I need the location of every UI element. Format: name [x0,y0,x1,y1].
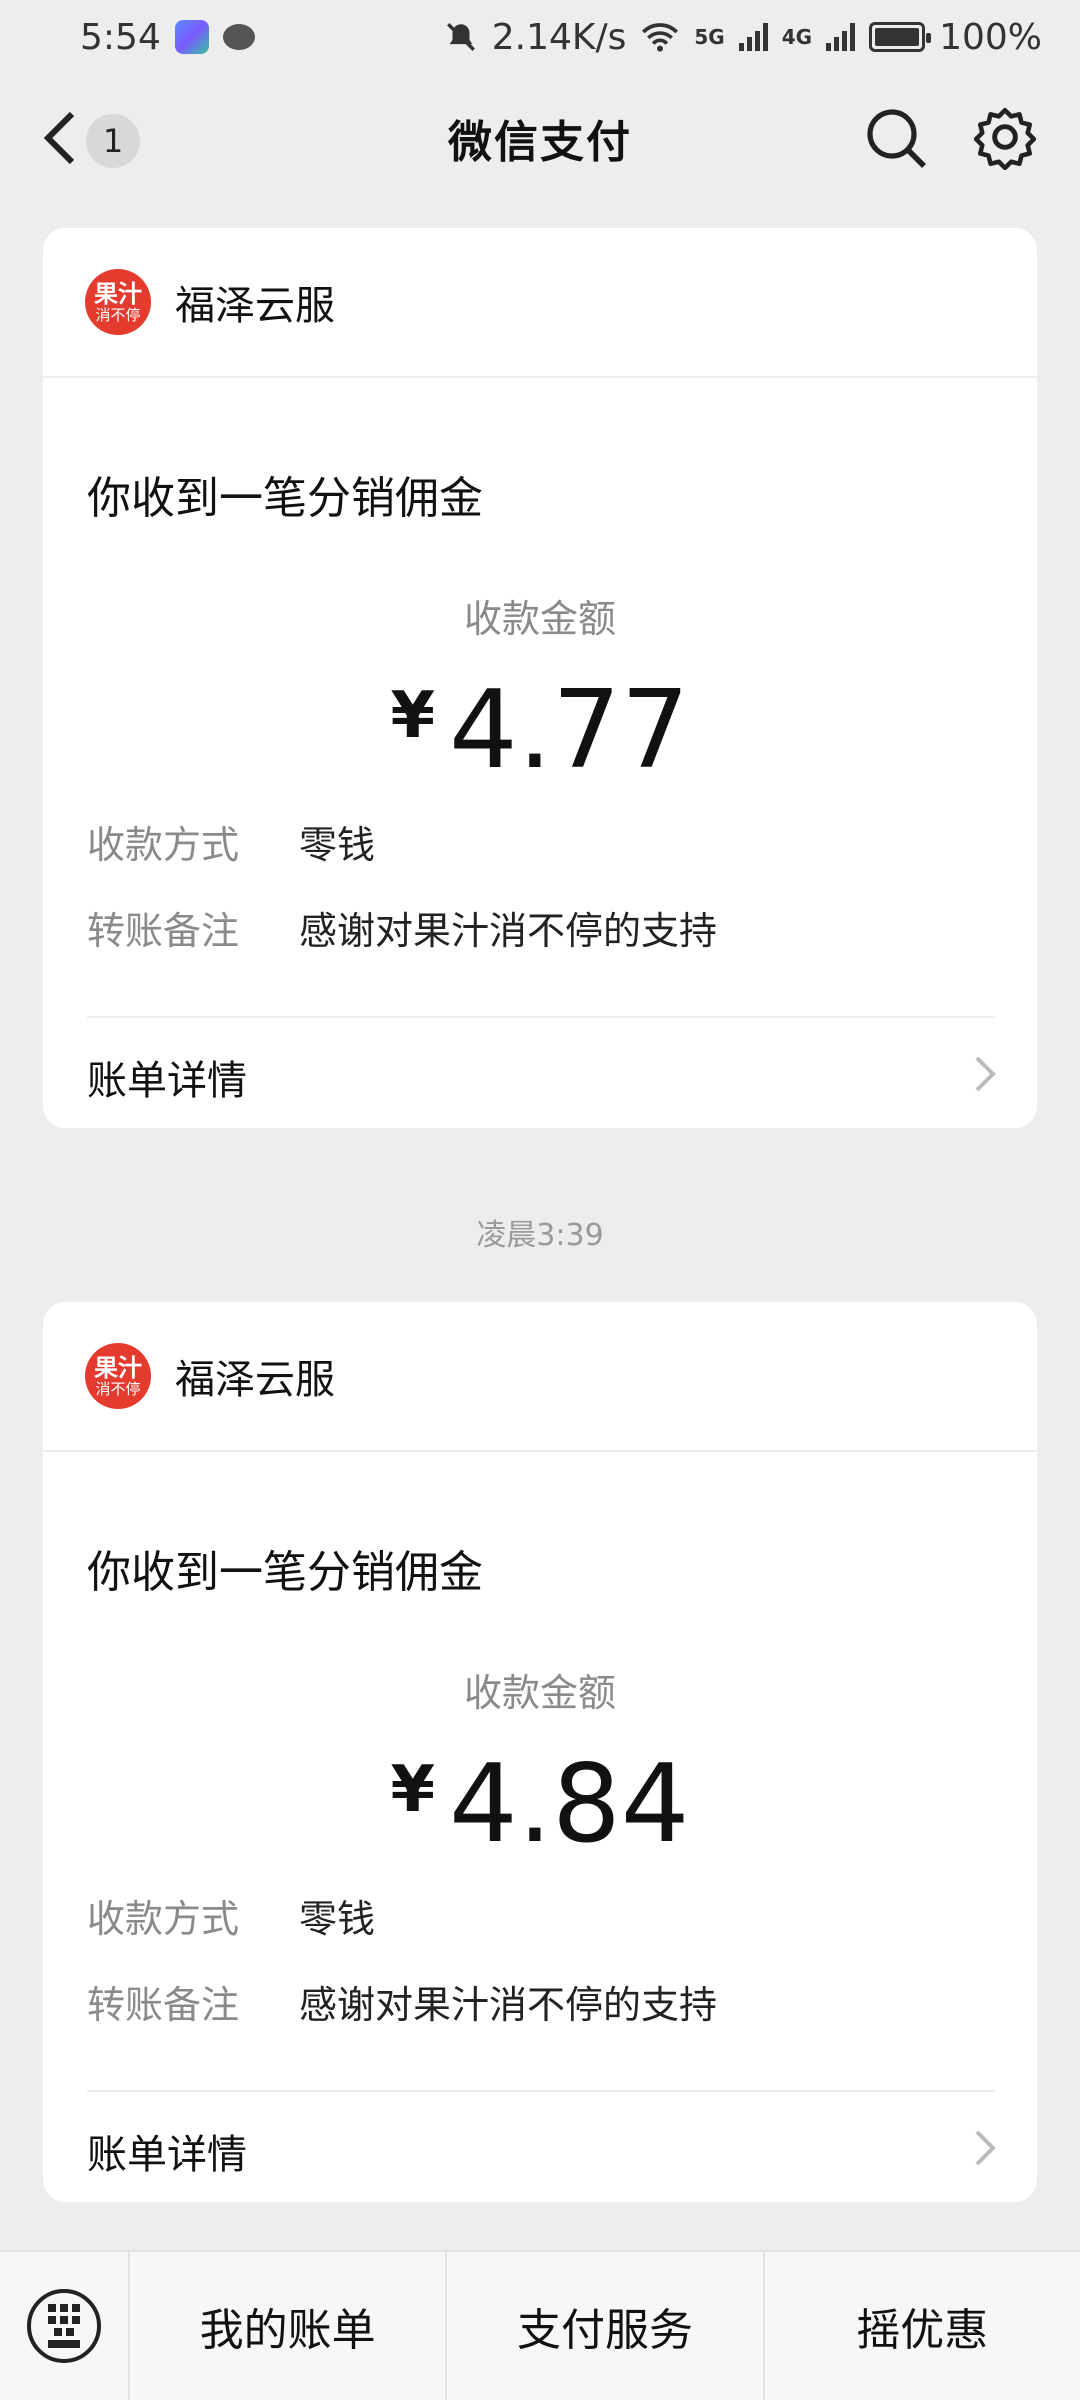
amount-label: 收款金额 [463,1671,616,1715]
bill-details-link[interactable]: 账单详情 [87,1048,247,1106]
payment-method-row: 收款方式 零钱 [87,1888,375,1943]
payment-method-row: 收款方式 零钱 [87,814,375,869]
payment-method-value: 零钱 [299,823,376,867]
status-time: 5:54 [80,16,161,58]
transfer-note-value: 感谢对果汁消不停的支持 [299,909,718,953]
card-title: 你收到一笔分销佣金 [87,473,483,524]
message-timestamp: 凌晨3:39 [476,1218,604,1253]
payment-method-value: 零钱 [299,1897,376,1941]
keyboard-toggle-button[interactable] [0,2251,130,2400]
chevron-right-icon [975,1056,996,1092]
transfer-note-row: 转账备注 感谢对果汁消不停的支持 [87,1974,717,2029]
app-notification-icon [174,20,209,54]
card-title: 你收到一笔分销佣金 [87,1547,483,1598]
search-icon[interactable] [864,106,928,170]
amount-label: 收款金额 [463,597,616,641]
transfer-note-value: 感谢对果汁消不停的支持 [299,1983,718,2027]
wifi-icon [642,23,679,52]
status-bar: 5:54 2.14K/s 5G 4G 100% [0,0,1080,74]
chevron-right-icon [975,2130,996,2166]
merchant-name: 福泽云服 [175,283,335,329]
currency-symbol: ¥ [390,1753,436,1827]
menu-my-bills[interactable]: 我的账单 [130,2251,448,2400]
signal-icon-2 [826,23,856,51]
battery-icon [869,22,932,52]
menu-shake-deals[interactable]: 摇优惠 [765,2251,1080,2400]
transfer-note-key: 转账备注 [87,1983,240,2027]
nav-bar: 1 微信支付 [0,74,1080,202]
signal-tag-5g: 5G [694,25,725,49]
transfer-note-key: 转账备注 [87,909,240,953]
amount-number: 4.84 [449,1742,690,1867]
message-notification-icon [222,24,255,50]
keyboard-icon [27,2289,101,2363]
divider [87,2090,995,2092]
currency-symbol: ¥ [390,679,436,753]
payment-card[interactable]: 果汁 消不停 福泽云服 你收到一笔分销佣金 收款金额 ¥4.84 收款方式 零钱… [43,1302,1037,2202]
merchant-logo: 果汁 消不停 [85,1343,151,1409]
mute-bell-icon [446,23,475,51]
card-header: 果汁 消不停 福泽云服 [43,228,1037,378]
battery-level: 100% [939,16,1042,58]
transfer-note-row: 转账备注 感谢对果汁消不停的支持 [87,900,717,955]
merchant-logo: 果汁 消不停 [85,269,151,335]
merchant-name: 福泽云服 [175,1357,335,1403]
menu-payment-services[interactable]: 支付服务 [447,2251,765,2400]
amount-value: ¥4.77 [43,668,1037,793]
signal-icon [738,23,768,51]
card-header: 果汁 消不停 福泽云服 [43,1302,1037,1452]
payment-method-key: 收款方式 [87,823,240,867]
amount-number: 4.77 [449,668,690,793]
amount-value: ¥4.84 [43,1742,1037,1867]
payment-card[interactable]: 果汁 消不停 福泽云服 你收到一笔分销佣金 收款金额 ¥4.77 收款方式 零钱… [43,228,1037,1128]
network-speed: 2.14K/s [491,16,627,58]
divider [87,1016,995,1018]
payment-method-key: 收款方式 [87,1897,240,1941]
gear-icon[interactable] [972,104,1038,170]
bottom-menu-bar: 我的账单 支付服务 摇优惠 [0,2250,1080,2400]
signal-tag-4g: 4G [781,25,813,49]
bill-details-link[interactable]: 账单详情 [87,2122,247,2180]
